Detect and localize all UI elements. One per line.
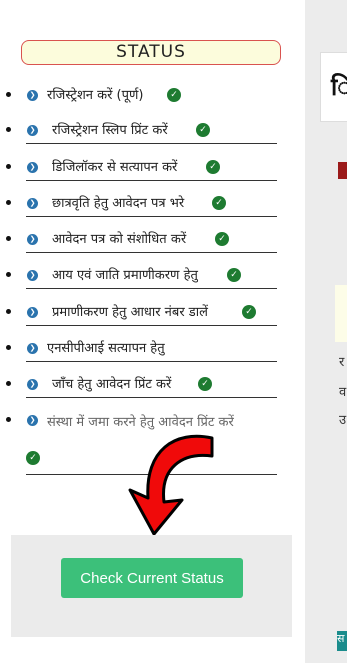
circle-arrow-icon: ❯	[27, 125, 38, 136]
circle-arrow-icon: ❯	[27, 415, 38, 426]
bullet-icon	[6, 381, 11, 386]
circle-arrow-icon: ❯	[27, 90, 38, 101]
check-status-area: Check Current Status	[11, 535, 292, 637]
circle-arrow-icon: ❯	[27, 162, 38, 173]
divider	[26, 397, 277, 398]
circle-arrow-icon: ❯	[27, 343, 38, 354]
divider	[26, 325, 277, 326]
bullet-icon	[6, 236, 11, 241]
status-item-registration: ❯ रजिस्ट्रेशन करें (पूर्ण) ✓	[0, 82, 305, 109]
divider	[26, 216, 277, 217]
circle-arrow-icon: ❯	[27, 379, 38, 390]
check-icon: ✓	[215, 232, 229, 246]
check-icon: ✓	[242, 305, 256, 319]
text-fragment: र	[339, 355, 345, 370]
bullet-icon	[6, 417, 11, 422]
circle-arrow-icon: ❯	[27, 234, 38, 245]
status-item-modify-application: ❯ आवेदन पत्र को संशोधित करें ✓	[0, 226, 305, 253]
status-item-label[interactable]: छात्रवृति हेतु आवेदन पत्र भरे	[52, 193, 184, 211]
divider	[26, 361, 277, 362]
bullet-icon	[6, 92, 11, 97]
check-icon: ✓	[167, 88, 181, 102]
status-item-npci: ❯ एनसीपीआई सत्यापन हेतु	[0, 335, 305, 362]
check-icon: ✓	[206, 160, 220, 174]
circle-arrow-icon: ❯	[27, 307, 38, 318]
status-title: STATUS	[21, 40, 281, 65]
bullet-icon	[6, 272, 11, 277]
status-item-aadhaar: ❯ प्रमाणीकरण हेतु आधार नंबर डालें ✓	[0, 299, 305, 326]
notice-block	[335, 285, 347, 342]
text-fragment: उ	[339, 413, 347, 428]
bullet-icon	[6, 127, 11, 132]
divider	[26, 252, 277, 253]
bullet-icon	[6, 164, 11, 169]
circle-arrow-icon: ❯	[27, 270, 38, 281]
status-item-label[interactable]: संस्था में जमा करने हेतु आवेदन प्रिंट कर…	[47, 412, 234, 430]
status-item-label[interactable]: आवेदन पत्र को संशोधित करें	[52, 229, 186, 247]
check-icon: ✓	[196, 123, 210, 137]
circle-arrow-icon: ❯	[27, 198, 38, 209]
status-item-label[interactable]: जाँच हेतु आवेदन प्रिंट करें	[52, 374, 171, 392]
bullet-icon	[6, 309, 11, 314]
status-item-digilocker: ❯ डिजिलॉकर से सत्यापन करें ✓	[0, 154, 305, 181]
header-glyph: ि	[331, 73, 347, 101]
divider	[26, 143, 277, 144]
status-item-label[interactable]: रजिस्ट्रेशन करें (पूर्ण)	[47, 85, 144, 103]
footer-tag: स	[337, 631, 347, 651]
status-item-income-caste: ❯ आय एवं जाति प्रमाणीकरण हेतु ✓	[0, 262, 305, 289]
bullet-icon	[6, 200, 11, 205]
check-icon: ✓	[212, 196, 226, 210]
menu-icon[interactable]	[338, 162, 347, 179]
divider	[26, 180, 277, 181]
check-current-status-button[interactable]: Check Current Status	[61, 558, 243, 598]
status-item-label[interactable]: एनसीपीआई सत्यापन हेतु	[47, 338, 165, 356]
bullet-icon	[6, 345, 11, 350]
status-item-label[interactable]: डिजिलॉकर से सत्यापन करें	[52, 157, 177, 175]
check-icon: ✓	[227, 268, 241, 282]
status-item-print-verification: ❯ जाँच हेतु आवेदन प्रिंट करें ✓	[0, 371, 305, 398]
status-item-label[interactable]: रजिस्ट्रेशन स्लिप प्रिंट करें	[52, 120, 168, 138]
status-panel: STATUS ❯ रजिस्ट्रेशन करें (पूर्ण) ✓ ❯ रज…	[0, 0, 305, 663]
status-item-fill-application: ❯ छात्रवृति हेतु आवेदन पत्र भरे ✓	[0, 190, 305, 217]
check-icon: ✓	[26, 451, 40, 465]
red-arrow-icon	[128, 434, 214, 536]
status-item-label[interactable]: प्रमाणीकरण हेतु आधार नंबर डालें	[52, 302, 208, 320]
text-fragment: व	[339, 385, 347, 400]
status-item-label[interactable]: आय एवं जाति प्रमाणीकरण हेतु	[52, 265, 198, 283]
divider	[26, 288, 277, 289]
status-item-registration-slip: ❯ रजिस्ट्रेशन स्लिप प्रिंट करें ✓	[0, 117, 305, 144]
check-icon: ✓	[198, 377, 212, 391]
